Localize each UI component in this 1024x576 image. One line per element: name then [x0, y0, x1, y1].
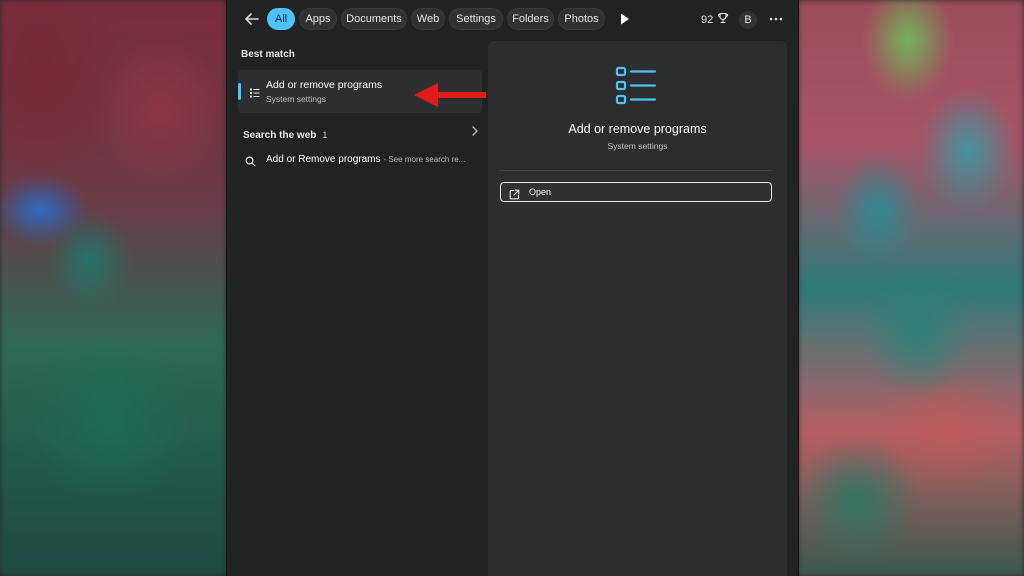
- filter-all[interactable]: All: [267, 8, 295, 30]
- chevron-right-icon[interactable]: [471, 125, 479, 139]
- filter-documents[interactable]: Documents: [341, 8, 407, 30]
- trophy-icon: [717, 12, 729, 27]
- search-icon: [245, 154, 256, 166]
- web-search-result[interactable]: Add or Remove programs - See more search…: [245, 152, 475, 166]
- web-result-suffix: - See more search re...: [383, 154, 466, 164]
- filter-bar: All Apps Documents Web Settings Folders …: [227, 0, 798, 38]
- rewards-points[interactable]: 92: [701, 12, 729, 27]
- open-external-icon: [509, 187, 520, 199]
- detail-subtitle: System settings: [607, 141, 668, 151]
- filter-settings[interactable]: Settings: [449, 8, 503, 30]
- annotation-arrow: [412, 82, 488, 108]
- open-button[interactable]: Open: [500, 182, 772, 202]
- list-icon: [614, 65, 658, 107]
- detail-pane: Add or remove programs System settings O…: [488, 41, 787, 576]
- more-icon[interactable]: [768, 10, 784, 28]
- filter-folders[interactable]: Folders: [507, 8, 554, 30]
- selection-indicator: [238, 83, 241, 100]
- background-left: [0, 0, 226, 576]
- background-right: [798, 0, 1024, 576]
- best-match-heading: Best match: [241, 49, 295, 60]
- filter-web[interactable]: Web: [411, 8, 445, 30]
- divider: [499, 170, 772, 171]
- list-icon: [249, 86, 261, 98]
- play-icon[interactable]: [619, 12, 631, 26]
- open-button-label: Open: [529, 187, 552, 197]
- best-match-title: Add or remove programs: [266, 79, 383, 91]
- back-arrow-icon[interactable]: [243, 10, 261, 28]
- search-web-count: 1: [322, 130, 328, 140]
- avatar[interactable]: B: [739, 11, 757, 29]
- web-result-query: Add or Remove programs: [266, 153, 381, 165]
- search-web-heading: Search the web: [243, 130, 317, 141]
- points-value: 92: [701, 13, 714, 26]
- detail-title: Add or remove programs: [568, 122, 707, 136]
- best-match-subtitle: System settings: [266, 94, 326, 104]
- search-web-header[interactable]: Search the web 1: [243, 125, 479, 141]
- filter-apps[interactable]: Apps: [299, 8, 337, 30]
- start-search-panel: All Apps Documents Web Settings Folders …: [226, 0, 799, 576]
- filter-photos[interactable]: Photos: [558, 8, 605, 30]
